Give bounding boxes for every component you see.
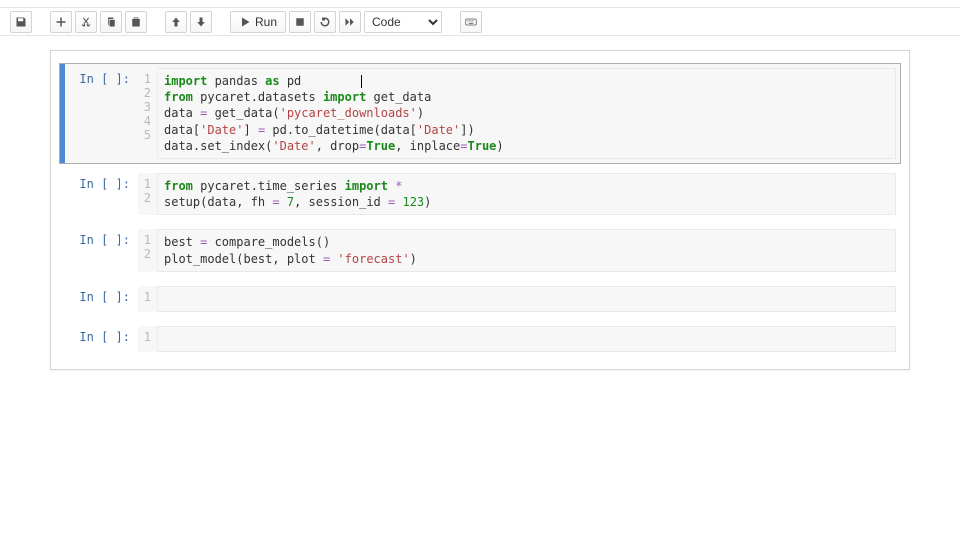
scissors-icon <box>80 16 92 28</box>
code-editor[interactable]: import pandas as pdfrom pycaret.datasets… <box>158 68 896 159</box>
code-cell[interactable]: In [ ]:12from pycaret.time_series import… <box>59 168 901 220</box>
text-cursor <box>361 75 362 88</box>
input-prompt: In [ ]: <box>60 326 138 352</box>
run-button[interactable]: Run <box>230 11 286 33</box>
interrupt-button[interactable] <box>289 11 311 33</box>
move-down-button[interactable] <box>190 11 212 33</box>
code-editor[interactable]: best = compare_models()plot_model(best, … <box>158 229 896 271</box>
paste-icon <box>130 16 142 28</box>
code-line <box>164 291 889 307</box>
line-number-gutter: 1 <box>138 326 158 352</box>
code-line: data.set_index('Date', drop=True, inplac… <box>164 138 889 154</box>
input-prompt: In [ ]: <box>60 286 138 312</box>
move-up-button[interactable] <box>165 11 187 33</box>
code-cell[interactable]: In [ ]:12345import pandas as pdfrom pyca… <box>59 63 901 164</box>
stop-icon <box>294 16 306 28</box>
line-number-gutter: 12 <box>138 229 158 271</box>
keyboard-icon <box>465 16 477 28</box>
code-line: best = compare_models() <box>164 234 889 250</box>
code-line: import pandas as pd <box>164 73 889 89</box>
command-palette-button[interactable] <box>460 11 482 33</box>
input-prompt: In [ ]: <box>60 173 138 215</box>
insert-cell-button[interactable] <box>50 11 72 33</box>
code-line: data = get_data('pycaret_downloads') <box>164 105 889 121</box>
toolbar: Run Code Markdown Raw NBConvert Heading <box>0 8 960 36</box>
arrow-down-icon <box>195 16 207 28</box>
input-prompt: In [ ]: <box>60 229 138 271</box>
restart-icon <box>319 16 331 28</box>
code-line: setup(data, fh = 7, session_id = 123) <box>164 194 889 210</box>
play-icon <box>239 16 251 28</box>
copy-icon <box>105 16 117 28</box>
code-line: from pycaret.datasets import get_data <box>164 89 889 105</box>
menubar <box>0 0 960 8</box>
line-number-gutter: 1 <box>138 286 158 312</box>
cut-cell-button[interactable] <box>75 11 97 33</box>
restart-run-all-button[interactable] <box>339 11 361 33</box>
notebook-container: In [ ]:12345import pandas as pdfrom pyca… <box>50 50 910 370</box>
code-line <box>164 331 889 347</box>
run-label: Run <box>255 15 277 29</box>
code-line: data['Date'] = pd.to_datetime(data['Date… <box>164 122 889 138</box>
line-number-gutter: 12 <box>138 173 158 215</box>
notebook-page: In [ ]:12345import pandas as pdfrom pyca… <box>0 36 960 384</box>
celltype-select[interactable]: Code Markdown Raw NBConvert Heading <box>364 11 442 33</box>
code-editor[interactable] <box>158 326 896 352</box>
code-line: plot_model(best, plot = 'forecast') <box>164 251 889 267</box>
restart-button[interactable] <box>314 11 336 33</box>
input-prompt: In [ ]: <box>60 68 138 159</box>
code-cell[interactable]: In [ ]:1 <box>59 281 901 317</box>
code-editor[interactable] <box>158 286 896 312</box>
save-button[interactable] <box>10 11 32 33</box>
save-icon <box>15 16 27 28</box>
code-line: from pycaret.time_series import * <box>164 178 889 194</box>
code-cell[interactable]: In [ ]:1 <box>59 321 901 357</box>
paste-cell-button[interactable] <box>125 11 147 33</box>
code-cell[interactable]: In [ ]:12best = compare_models()plot_mod… <box>59 224 901 276</box>
code-editor[interactable]: from pycaret.time_series import *setup(d… <box>158 173 896 215</box>
copy-cell-button[interactable] <box>100 11 122 33</box>
fast-forward-icon <box>344 16 356 28</box>
arrow-up-icon <box>170 16 182 28</box>
line-number-gutter: 12345 <box>138 68 158 159</box>
plus-icon <box>55 16 67 28</box>
